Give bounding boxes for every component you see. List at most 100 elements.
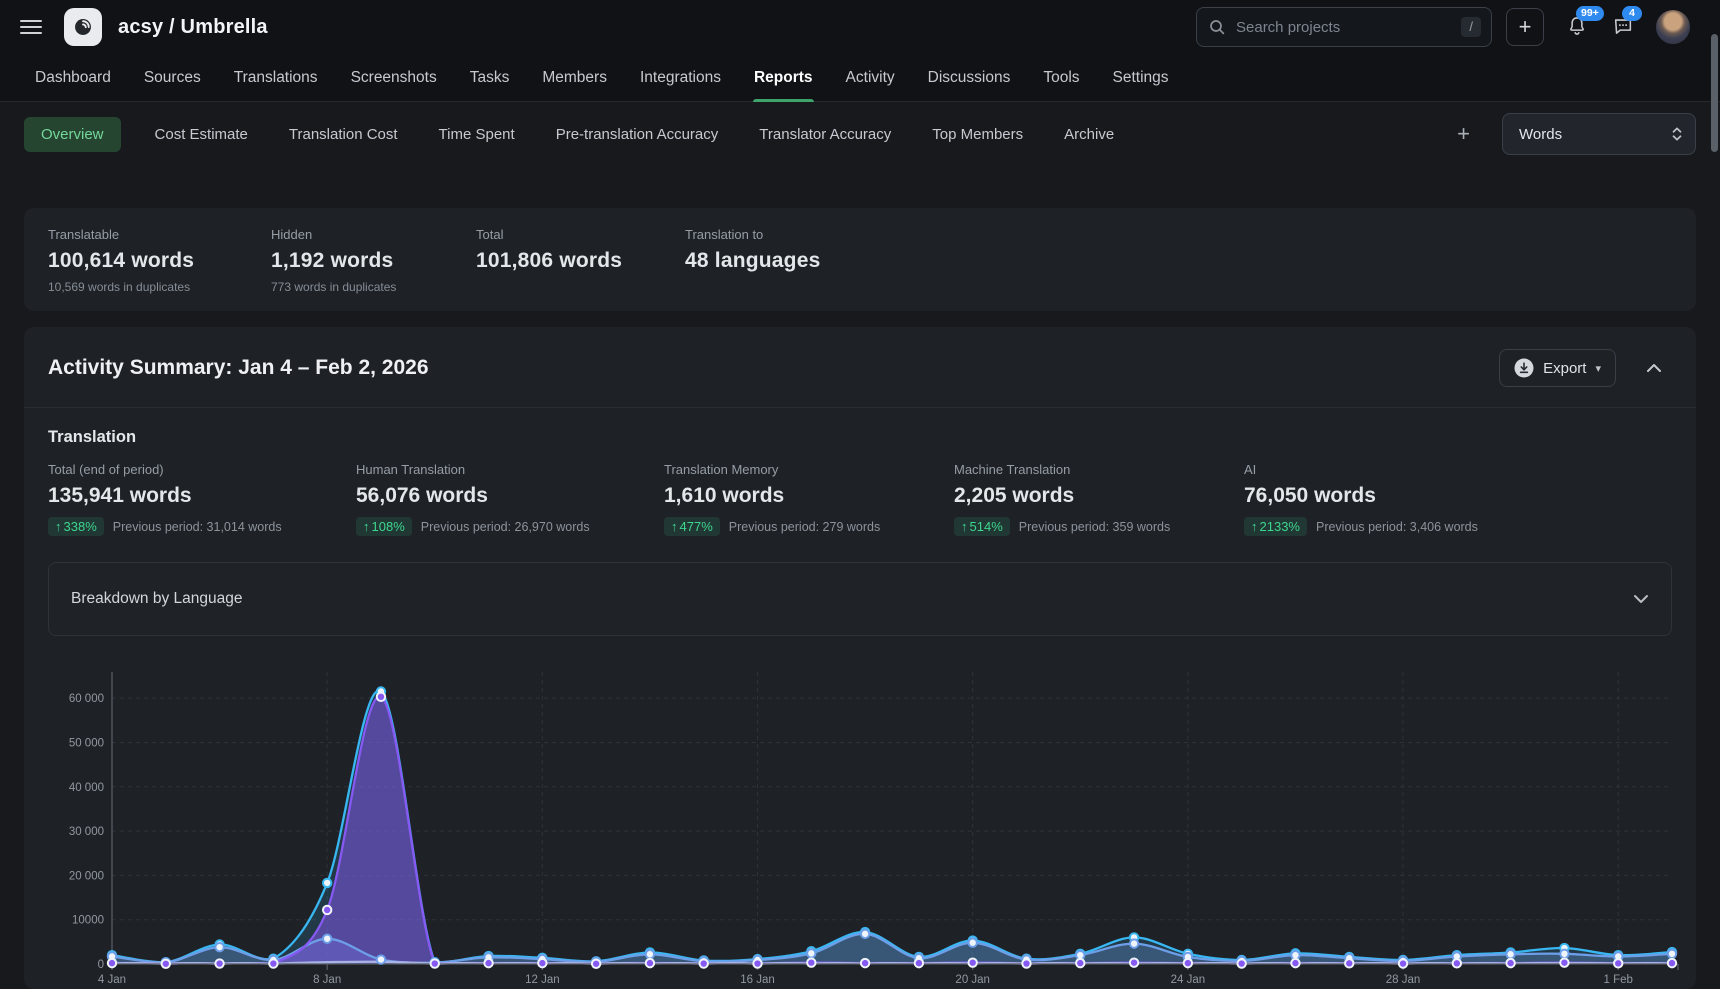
chevron-down-icon	[1633, 594, 1649, 604]
svg-text:4 Jan: 4 Jan	[98, 974, 126, 986]
metric-value: 56,076 words	[356, 484, 664, 508]
metric-value: 76,050 words	[1244, 484, 1672, 508]
stat-translation-to: Translation to 48 languages	[685, 227, 1672, 294]
export-caret-icon: ▾	[1595, 362, 1601, 375]
svg-text:12 Jan: 12 Jan	[525, 974, 560, 986]
stat-label: Total	[476, 227, 685, 242]
search-shortcut-key: /	[1461, 17, 1481, 37]
activity-summary-title: Activity Summary: Jan 4 – Feb 2, 2026	[48, 356, 429, 380]
stat-label: Hidden	[271, 227, 476, 242]
stat-hidden: Hidden 1,192 words 773 words in duplicat…	[271, 227, 476, 294]
delta-badge: ↑338%	[48, 517, 104, 536]
nav-sources[interactable]: Sources	[143, 69, 202, 101]
metric-label: AI	[1244, 462, 1672, 477]
svg-text:20 Jan: 20 Jan	[955, 974, 990, 986]
search-input[interactable]	[1234, 18, 1452, 37]
export-label: Export	[1543, 360, 1586, 377]
delta-badge: ↑477%	[664, 517, 720, 536]
add-report-button[interactable]: +	[1451, 119, 1476, 149]
reports-subnav: Overview Cost Estimate Translation Cost …	[0, 102, 1720, 166]
arrow-up-icon: ↑	[671, 519, 678, 534]
metric-ai: AI 76,050 words ↑2133% Previous period: …	[1244, 462, 1672, 536]
metric-total: Total (end of period) 135,941 words ↑338…	[48, 462, 356, 536]
nav-tools[interactable]: Tools	[1042, 69, 1080, 101]
svg-text:50 000: 50 000	[69, 737, 104, 749]
delta-badge: ↑2133%	[1244, 517, 1307, 536]
top-bar: acsy / Umbrella / + 99+ 4	[0, 0, 1720, 54]
nav-reports[interactable]: Reports	[753, 69, 814, 101]
download-icon	[1514, 358, 1534, 378]
stat-value: 48 languages	[685, 249, 1672, 273]
messages-count-badge: 4	[1622, 6, 1642, 21]
nav-translations[interactable]: Translations	[233, 69, 319, 101]
delta-value: 108%	[372, 519, 405, 534]
nav-tasks[interactable]: Tasks	[469, 69, 511, 101]
tab-cost-estimate[interactable]: Cost Estimate	[153, 117, 250, 152]
metric-label: Human Translation	[356, 462, 664, 477]
svg-text:28 Jan: 28 Jan	[1386, 974, 1421, 986]
activity-chart[interactable]: 01000020 00030 00040 00050 00060 0004 Ja…	[24, 664, 1696, 989]
delta-value: 2133%	[1260, 519, 1300, 534]
tab-pretranslation-accuracy[interactable]: Pre-translation Accuracy	[554, 117, 721, 152]
metric-translation-memory: Translation Memory 1,610 words ↑477% Pre…	[664, 462, 954, 536]
previous-period-text: Previous period: 31,014 words	[113, 520, 282, 534]
notifications-count-badge: 99+	[1576, 6, 1604, 21]
metric-value: 1,610 words	[664, 484, 954, 508]
app-logo[interactable]	[64, 8, 102, 46]
search-icon	[1209, 19, 1225, 35]
user-avatar[interactable]	[1656, 10, 1690, 44]
arrow-up-icon: ↑	[363, 519, 370, 534]
unit-select[interactable]: Words	[1502, 113, 1696, 155]
messages-button[interactable]: 4	[1610, 13, 1636, 42]
menu-icon[interactable]	[20, 20, 42, 34]
export-button[interactable]: Export ▾	[1499, 349, 1616, 387]
delta-value: 477%	[680, 519, 713, 534]
delta-badge: ↑108%	[356, 517, 412, 536]
tab-time-spent[interactable]: Time Spent	[437, 117, 517, 152]
project-nav: Dashboard Sources Translations Screensho…	[0, 54, 1720, 102]
tab-translator-accuracy[interactable]: Translator Accuracy	[757, 117, 893, 152]
metric-label: Translation Memory	[664, 462, 954, 477]
stat-subtext: 10,569 words in duplicates	[48, 280, 271, 294]
metric-machine-translation: Machine Translation 2,205 words ↑514% Pr…	[954, 462, 1244, 536]
nav-members[interactable]: Members	[541, 69, 608, 101]
search-box[interactable]: /	[1196, 7, 1492, 47]
svg-text:20 000: 20 000	[69, 870, 104, 882]
stat-value: 100,614 words	[48, 249, 271, 273]
metric-value: 2,205 words	[954, 484, 1244, 508]
tab-archive[interactable]: Archive	[1062, 117, 1116, 152]
activity-summary-card: Activity Summary: Jan 4 – Feb 2, 2026 Ex…	[24, 327, 1696, 989]
metric-value: 135,941 words	[48, 484, 356, 508]
notifications-button[interactable]: 99+	[1564, 13, 1590, 42]
nav-discussions[interactable]: Discussions	[927, 69, 1012, 101]
svg-text:30 000: 30 000	[69, 826, 104, 838]
nav-activity[interactable]: Activity	[845, 69, 896, 101]
stat-label: Translation to	[685, 227, 1672, 242]
previous-period-text: Previous period: 279 words	[729, 520, 880, 534]
metric-label: Machine Translation	[954, 462, 1244, 477]
create-project-button[interactable]: +	[1506, 8, 1544, 46]
stat-value: 101,806 words	[476, 249, 685, 273]
translation-section-title: Translation	[48, 428, 1672, 447]
previous-period-text: Previous period: 26,970 words	[421, 520, 590, 534]
metric-label: Total (end of period)	[48, 462, 356, 477]
tab-top-members[interactable]: Top Members	[930, 117, 1025, 152]
nav-integrations[interactable]: Integrations	[639, 69, 722, 101]
delta-value: 338%	[64, 519, 97, 534]
arrow-up-icon: ↑	[1251, 519, 1258, 534]
breakdown-by-language-toggle[interactable]: Breakdown by Language	[48, 562, 1672, 636]
arrow-up-icon: ↑	[961, 519, 968, 534]
delta-badge: ↑514%	[954, 517, 1010, 536]
tab-translation-cost[interactable]: Translation Cost	[287, 117, 400, 152]
stat-label: Translatable	[48, 227, 271, 242]
nav-dashboard[interactable]: Dashboard	[34, 69, 112, 101]
collapse-section-button[interactable]	[1642, 357, 1666, 380]
nav-screenshots[interactable]: Screenshots	[350, 69, 438, 101]
page-scrollbar[interactable]	[1711, 34, 1718, 152]
svg-text:60 000: 60 000	[69, 693, 104, 705]
nav-settings[interactable]: Settings	[1112, 69, 1170, 101]
unit-select-value: Words	[1519, 126, 1562, 143]
tab-overview[interactable]: Overview	[24, 117, 121, 152]
svg-text:10000: 10000	[72, 915, 104, 927]
metric-human-translation: Human Translation 56,076 words ↑108% Pre…	[356, 462, 664, 536]
